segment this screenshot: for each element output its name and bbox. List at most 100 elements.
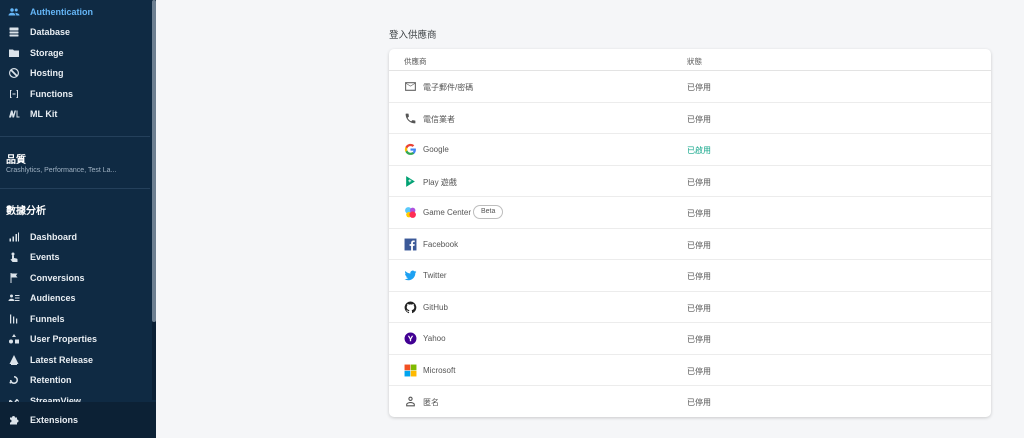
functions-icon	[7, 87, 21, 101]
provider-status: 已停用	[687, 398, 711, 407]
twitter-icon	[404, 269, 417, 282]
analytics-section-title[interactable]: 數據分析	[6, 202, 46, 217]
user-properties-icon	[7, 332, 21, 346]
provider-status: 已停用	[687, 303, 711, 313]
email-icon	[404, 80, 417, 93]
provider-status: 已停用	[687, 366, 711, 376]
provider-status: 已停用	[687, 83, 711, 92]
provider-name: Twitter	[423, 271, 447, 280]
sidebar-item-functions[interactable]: Functions	[0, 84, 150, 104]
sidebar-item-label: Conversions	[30, 273, 85, 283]
sidebar-item-label: Database	[30, 27, 71, 37]
sidebar-item-conversions[interactable]: Conversions	[0, 268, 150, 288]
provider-status: 已停用	[687, 335, 711, 344]
page-title: 登入供應商	[389, 30, 437, 41]
funnel-icon	[7, 312, 21, 326]
provider-name: Microsoft	[423, 365, 456, 375]
game-center-icon	[404, 206, 417, 219]
sidebar-item-storage[interactable]: Storage	[0, 43, 150, 63]
table-row[interactable]: Microsoft 已停用	[389, 355, 991, 386]
touch-icon	[7, 250, 21, 264]
sidebar-item-latest-release[interactable]: Latest Release	[0, 350, 150, 370]
provider-name: Facebook	[423, 239, 459, 249]
column-header-provider: 供應商	[404, 57, 427, 66]
sidebar-item-retention[interactable]: Retention	[0, 370, 150, 390]
provider-status: 已停用	[687, 114, 711, 124]
sidebar-item-extensions[interactable]: Extensions	[0, 410, 150, 430]
sidebar-item-label: Hosting	[30, 68, 64, 78]
github-icon	[404, 301, 417, 314]
puzzle-icon	[7, 413, 21, 427]
sidebar-item-label: ML Kit	[30, 109, 58, 119]
sidebar-item-label: Retention	[30, 375, 72, 385]
provider-name: 電信業者	[423, 114, 455, 124]
provider-name: 匿名	[423, 398, 439, 407]
yahoo-icon	[404, 332, 417, 345]
sidebar-item-label: Functions	[30, 89, 73, 99]
sidebar-item-ml-kit[interactable]: ML Kit	[0, 104, 150, 124]
main-content: 登入供應商 供應商 狀態 電子郵件/密碼 已停用 電信業者 已停用 Google…	[156, 0, 1024, 438]
provider-status: 已啟用	[687, 146, 711, 155]
anonymous-icon	[404, 395, 417, 408]
provider-name: Game Center	[423, 208, 472, 217]
provider-status: 已停用	[687, 272, 711, 281]
people-icon	[7, 5, 21, 19]
sidebar-item-label: Events	[30, 252, 60, 262]
table-row[interactable]: 電子郵件/密碼 已停用	[389, 71, 991, 103]
quality-section-title[interactable]: 品質	[6, 151, 26, 166]
provider-name: Google	[423, 145, 449, 154]
column-header-status: 狀態	[687, 57, 702, 66]
globe-icon	[7, 66, 21, 80]
google-icon	[404, 143, 417, 156]
play-games-icon	[404, 175, 417, 188]
retention-icon	[7, 373, 21, 387]
microsoft-icon	[404, 364, 417, 377]
sidebar-item-label: User Properties	[30, 334, 98, 344]
ml-kit-icon	[7, 107, 21, 121]
table-row[interactable]: Yahoo 已停用	[389, 323, 991, 355]
provider-status: 已停用	[687, 240, 711, 250]
providers-table: 供應商 狀態 電子郵件/密碼 已停用 電信業者 已停用 Google 已啟用 P…	[389, 49, 991, 417]
sidebar-item-funnels[interactable]: Funnels	[0, 309, 150, 329]
folder-icon	[7, 46, 21, 60]
sidebar-item-hosting[interactable]: Hosting	[0, 63, 150, 83]
table-header: 供應商 狀態	[389, 49, 991, 71]
table-row[interactable]: 匿名 已停用	[389, 386, 991, 417]
sidebar-item-label: Funnels	[30, 314, 65, 324]
provider-name: Play 遊戲	[423, 177, 457, 187]
table-row[interactable]: Twitter 已停用	[389, 260, 991, 292]
sidebar-footer: Extensions	[0, 402, 156, 438]
sidebar-item-label: Extensions	[30, 415, 79, 425]
sidebar-item-label: Storage	[30, 48, 64, 58]
sidebar: Authentication Database Storage Hosting …	[0, 0, 156, 438]
sidebar-item-user-properties[interactable]: User Properties	[0, 329, 150, 349]
table-row[interactable]: Facebook 已停用	[389, 229, 991, 260]
sidebar-item-audiences[interactable]: Audiences	[0, 288, 150, 308]
provider-name: Yahoo	[423, 334, 446, 343]
quality-section-subtitle: Crashlytics, Performance, Test La...	[6, 167, 117, 174]
sidebar-item-authentication[interactable]: Authentication	[0, 2, 150, 22]
facebook-icon	[404, 238, 417, 251]
beta-badge: Beta	[473, 205, 504, 219]
provider-status: 已停用	[687, 177, 711, 187]
table-row[interactable]: Game Center Beta 已停用	[389, 197, 991, 229]
sidebar-divider	[0, 136, 150, 137]
provider-status: 已停用	[687, 209, 711, 218]
sidebar-item-label: Latest Release	[30, 355, 94, 365]
sidebar-item-label: Audiences	[30, 293, 76, 303]
sidebar-item-label: Authentication	[30, 7, 93, 17]
table-row[interactable]: 電信業者 已停用	[389, 103, 991, 134]
provider-name: GitHub	[423, 302, 448, 312]
table-row[interactable]: Play 遊戲 已停用	[389, 166, 991, 197]
sidebar-item-label: Dashboard	[30, 232, 78, 242]
audience-icon	[7, 291, 21, 305]
release-icon	[7, 353, 21, 367]
sidebar-divider	[0, 188, 150, 189]
provider-name: 電子郵件/密碼	[423, 83, 474, 92]
table-row[interactable]: GitHub 已停用	[389, 292, 991, 323]
database-icon	[7, 25, 21, 39]
sidebar-item-events[interactable]: Events	[0, 247, 150, 267]
sidebar-item-database[interactable]: Database	[0, 22, 150, 42]
sidebar-item-dashboard[interactable]: Dashboard	[0, 227, 150, 247]
table-row[interactable]: Google 已啟用	[389, 134, 991, 166]
